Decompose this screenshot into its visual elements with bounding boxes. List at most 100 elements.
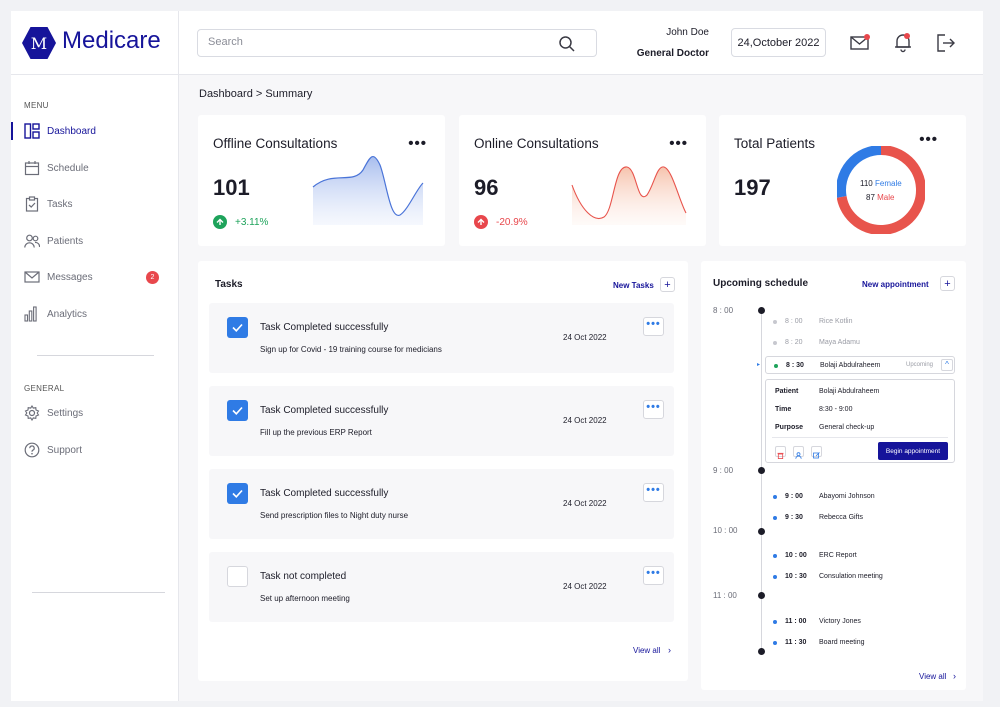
task-subtitle: Sign up for Covid - 19 training course f… xyxy=(260,345,442,354)
users-icon xyxy=(24,234,40,248)
delete-icon[interactable] xyxy=(775,446,786,459)
task-item[interactable]: Task Completed successfully Send prescri… xyxy=(209,469,674,539)
schedule-item-row: 8 : 30 Bolaji Abdulraheem xyxy=(774,362,880,369)
calendar-icon xyxy=(24,161,40,176)
schedule-name: Rebecca Gifts xyxy=(819,514,863,521)
schedule-item[interactable]: 10 : 00 ERC Report xyxy=(773,552,857,559)
new-appointment-button[interactable]: New appointment xyxy=(862,280,929,289)
task-more-button[interactable]: ••• xyxy=(643,483,664,502)
sidebar-item-label: Messages xyxy=(47,271,93,283)
patients-donut-chart xyxy=(837,146,925,234)
task-checkbox-checked[interactable] xyxy=(227,317,248,338)
search-icon[interactable] xyxy=(558,35,576,53)
task-checkbox-checked[interactable] xyxy=(227,483,248,504)
search-input[interactable] xyxy=(208,36,538,48)
more-options-button[interactable]: ••• xyxy=(669,135,688,152)
schedule-item[interactable]: 8 : 20 Maya Adamu xyxy=(773,339,860,346)
male-legend: 87 Male xyxy=(866,193,894,202)
sidebar-item-patients[interactable]: Patients xyxy=(11,228,179,254)
date-display[interactable]: 24,October 2022 xyxy=(731,28,826,57)
new-task-button[interactable]: New Tasks xyxy=(613,281,654,290)
sidebar-item-support[interactable]: Support xyxy=(11,437,179,463)
schedule-name: Maya Adamu xyxy=(819,339,860,346)
online-trend: -20.9% xyxy=(474,215,528,229)
offline-sparkline xyxy=(312,155,424,225)
breadcrumb: Dashboard > Summary xyxy=(199,88,313,100)
task-more-button[interactable]: ••• xyxy=(643,400,664,419)
tasks-title: Tasks xyxy=(215,279,243,290)
time-value: 8:30 - 9:00 xyxy=(819,406,853,413)
chevron-right-icon[interactable]: › xyxy=(949,670,960,681)
sidebar-item-analytics[interactable]: Analytics xyxy=(11,301,179,327)
schedule-name: Consulation meeting xyxy=(819,573,883,580)
schedule-item[interactable]: 9 : 00 Abayomi Johnson xyxy=(773,493,875,500)
card-divider xyxy=(772,437,948,438)
chevron-right-icon[interactable]: › xyxy=(664,644,675,655)
schedule-time: 9 : 00 xyxy=(785,493,803,500)
add-task-plus-icon[interactable]: + xyxy=(660,277,675,292)
schedule-item[interactable]: 11 : 30 Board meeting xyxy=(773,639,865,646)
add-appointment-plus-icon[interactable]: + xyxy=(940,276,955,291)
sidebar-item-label: Schedule xyxy=(47,162,89,174)
sidebar-bottom-divider xyxy=(32,592,165,593)
schedule-dot xyxy=(773,494,777,499)
sidebar-item-messages[interactable]: Messages 2 xyxy=(11,264,179,290)
logout-icon[interactable] xyxy=(935,32,957,54)
sidebar-item-label: Dashboard xyxy=(47,125,96,137)
task-checkbox-unchecked[interactable] xyxy=(227,566,248,587)
female-slice xyxy=(837,146,882,198)
task-subtitle: Fill up the previous ERP Report xyxy=(260,428,372,437)
logo[interactable]: M Medicare xyxy=(11,11,179,75)
offline-consultations-value: 101 xyxy=(213,175,250,200)
sidebar: MENU Dashboard Schedule Tasks Patients M… xyxy=(11,75,179,701)
schedule-dot xyxy=(773,515,777,520)
current-marker-icon: ▸ xyxy=(757,362,761,368)
upcoming-status: Upcoming xyxy=(906,362,934,368)
user-icon[interactable] xyxy=(793,446,804,459)
schedule-view-all-link[interactable]: View all xyxy=(919,672,946,681)
task-item[interactable]: Task Completed successfully Sign up for … xyxy=(209,303,674,373)
schedule-item[interactable]: 10 : 30 Consulation meeting xyxy=(773,573,883,580)
check-icon xyxy=(232,323,243,332)
active-indicator xyxy=(11,122,13,140)
female-legend: 110 Female xyxy=(860,179,902,188)
offline-consultations-card: Offline Consultations ••• 101 +3.11% xyxy=(198,115,445,246)
sidebar-item-settings[interactable]: Settings xyxy=(11,400,179,426)
schedule-name: ERC Report xyxy=(819,552,857,559)
appointment-purpose-row: Purpose General check-up xyxy=(775,424,874,431)
schedule-name: Victory Jones xyxy=(819,618,861,625)
task-more-button[interactable]: ••• xyxy=(643,566,664,585)
sidebar-item-label: Tasks xyxy=(47,198,73,210)
task-more-button[interactable]: ••• xyxy=(643,317,664,336)
menu-section-label: MENU xyxy=(24,101,49,110)
online-consultations-card: Online Consultations ••• 96 -20.9% xyxy=(459,115,706,246)
online-change: -20.9% xyxy=(496,216,528,228)
schedule-item-expanded[interactable]: 8 : 30 Bolaji Abdulraheem Upcoming ^ xyxy=(765,356,955,374)
tasks-view-all-link[interactable]: View all xyxy=(633,646,660,655)
task-item[interactable]: Task not completed Set up afternoon meet… xyxy=(209,552,674,622)
task-item[interactable]: Task Completed successfully Fill up the … xyxy=(209,386,674,456)
sidebar-item-dashboard[interactable]: Dashboard xyxy=(11,118,179,144)
sidebar-item-tasks[interactable]: Tasks xyxy=(11,191,179,217)
hour-label: 8 : 00 xyxy=(713,306,734,315)
card-title: Online Consultations xyxy=(474,136,599,151)
schedule-item[interactable]: 8 : 00 Rice Kotlin xyxy=(773,318,852,325)
gear-icon xyxy=(24,405,40,421)
schedule-item[interactable]: 9 : 30 Rebecca Gifts xyxy=(773,514,863,521)
female-count: 110 xyxy=(860,179,873,188)
edit-icon[interactable] xyxy=(811,446,822,459)
female-label: Female xyxy=(875,179,902,188)
schedule-time: 10 : 00 xyxy=(785,552,807,559)
bell-icon[interactable] xyxy=(892,31,914,53)
mail-icon[interactable] xyxy=(849,32,871,54)
schedule-dot xyxy=(773,640,777,645)
user-name: John Doe xyxy=(666,27,709,38)
schedule-item[interactable]: 11 : 00 Victory Jones xyxy=(773,618,861,625)
sidebar-item-schedule[interactable]: Schedule xyxy=(11,155,179,181)
schedule-dot xyxy=(773,553,777,558)
chevron-up-icon[interactable]: ^ xyxy=(941,359,953,371)
dashboard-icon xyxy=(24,123,40,139)
task-checkbox-checked[interactable] xyxy=(227,400,248,421)
schedule-dot xyxy=(773,319,777,324)
begin-appointment-button[interactable]: Begin appointment xyxy=(878,442,948,460)
